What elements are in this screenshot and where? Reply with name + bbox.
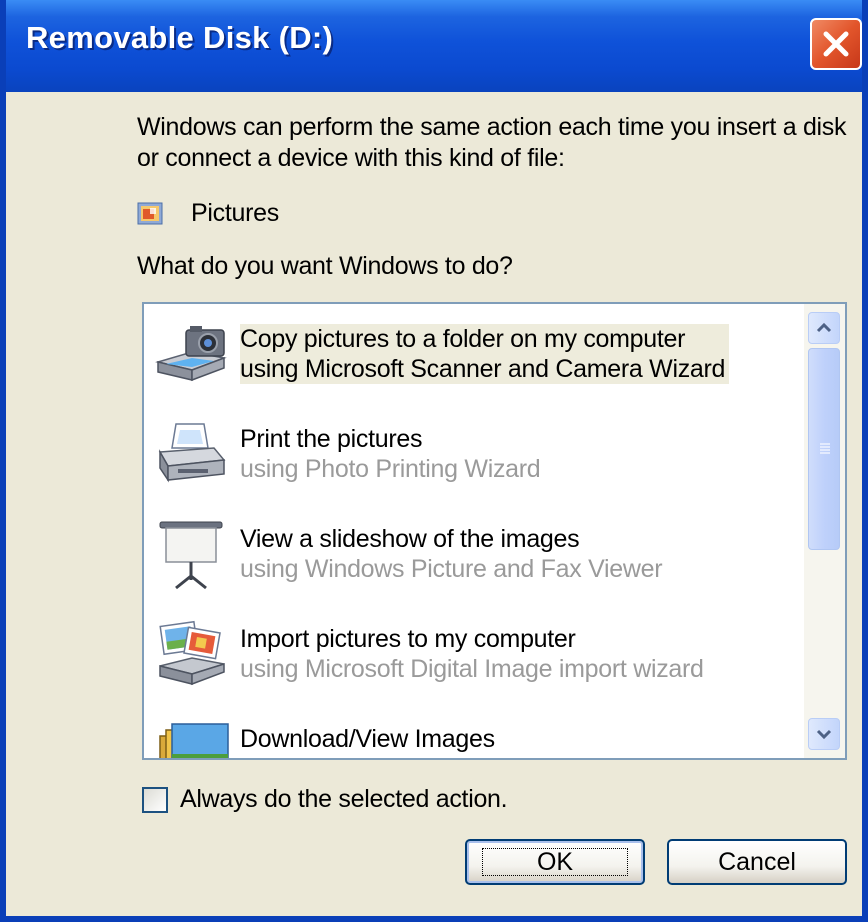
chevron-up-icon <box>816 322 832 333</box>
action-item-import-pictures[interactable]: Import pictures to my computer using Mic… <box>144 604 804 704</box>
scroll-down-button[interactable] <box>808 718 840 750</box>
action-title: Copy pictures to a folder on my computer <box>240 325 686 353</box>
title-bar[interactable]: Removable Disk (D:) <box>6 0 862 92</box>
always-do-checkbox-row[interactable]: Always do the selected action. <box>142 785 508 814</box>
action-text: Download/View Images <box>240 724 495 754</box>
question-text: What do you want Windows to do? <box>137 252 513 280</box>
autoplay-dialog-window: Removable Disk (D:) Windows can perform … <box>0 0 868 922</box>
close-button[interactable] <box>810 18 862 70</box>
scanner-camera-icon <box>155 326 227 382</box>
action-text: Print the pictures using Photo Printing … <box>240 424 541 484</box>
chevron-down-icon <box>816 729 832 740</box>
content-type-row: Pictures <box>137 195 279 231</box>
action-list: Copy pictures to a folder on my computer… <box>144 304 804 758</box>
action-listbox[interactable]: Copy pictures to a folder on my computer… <box>142 302 847 760</box>
image-stack-icon <box>159 723 229 758</box>
action-title: Print the pictures <box>240 425 423 453</box>
action-title: Import pictures to my computer <box>240 625 576 653</box>
scroll-grip-icon <box>820 443 830 454</box>
projector-screen-icon <box>159 521 223 590</box>
close-icon <box>823 31 849 57</box>
action-text: Copy pictures to a folder on my computer… <box>240 324 730 384</box>
action-item-print-pictures[interactable]: Print the pictures using Photo Printing … <box>144 404 804 504</box>
cancel-button[interactable]: Cancel <box>667 839 847 885</box>
ok-button-label: OK <box>481 848 629 876</box>
scroll-thumb[interactable] <box>808 348 840 550</box>
always-do-checkbox[interactable] <box>142 786 168 813</box>
action-text: View a slideshow of the images using Win… <box>240 524 663 584</box>
ok-button[interactable]: OK <box>465 839 645 885</box>
action-subtitle: using Windows Picture and Fax Viewer <box>240 555 663 583</box>
content-type-label: Pictures <box>191 198 279 227</box>
pictures-folder-icon <box>137 202 163 225</box>
window-title: Removable Disk (D:) <box>26 20 334 55</box>
always-do-label[interactable]: Always do the selected action. <box>180 785 508 814</box>
action-item-view-slideshow[interactable]: View a slideshow of the images using Win… <box>144 504 804 604</box>
action-subtitle: using Microsoft Digital Image import wiz… <box>240 655 704 683</box>
action-item-copy-pictures[interactable]: Copy pictures to a folder on my computer… <box>144 304 804 404</box>
action-subtitle: using Photo Printing Wizard <box>240 455 541 483</box>
action-subtitle: using Microsoft Scanner and Camera Wizar… <box>240 355 726 383</box>
printer-icon <box>158 423 226 483</box>
list-scrollbar[interactable] <box>804 304 845 758</box>
action-title: View a slideshow of the images <box>240 525 580 553</box>
import-pictures-icon <box>159 620 225 686</box>
action-item-download-images[interactable]: Download/View Images <box>144 704 804 758</box>
action-text: Import pictures to my computer using Mic… <box>240 624 704 684</box>
intro-text: Windows can perform the same action each… <box>137 113 847 172</box>
scroll-up-button[interactable] <box>808 312 840 344</box>
action-title: Download/View Images <box>240 725 495 753</box>
